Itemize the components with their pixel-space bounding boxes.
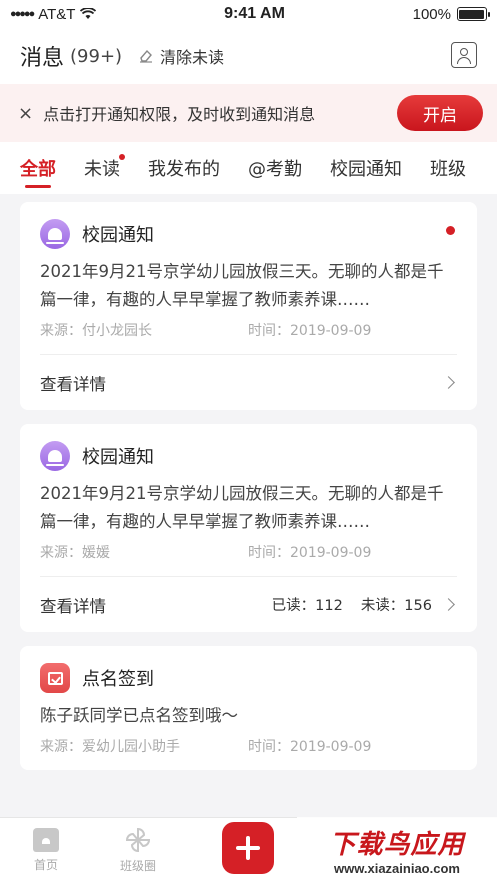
tab-label: 班级 [430, 159, 466, 180]
unread-indicator-dot [119, 154, 125, 160]
tab-label: @考勤 [248, 159, 302, 180]
card-body: 2021年9月21号京学幼儿园放假三天。无聊的人都是千篇一律，有趣的人早早掌握了… [40, 484, 444, 531]
card-header: 校园通知 [20, 202, 477, 250]
message-card[interactable]: 校园通知 2021年9月21号京学幼儿园放假三天。无聊的人都是千篇一律，有趣的人… [20, 202, 477, 410]
chevron-right-icon [442, 598, 455, 611]
tabbar-add [184, 818, 312, 883]
card-source: 来源：爱幼儿园小助手 [40, 739, 180, 755]
bell-icon [40, 219, 70, 249]
tab-campus-notice[interactable]: 校园通知 [330, 142, 402, 194]
page-header: 消息 (99+) 清除未读 [0, 28, 497, 84]
status-right: 100% [412, 5, 490, 23]
view-details-row[interactable]: 查看详情 [40, 354, 457, 410]
message-card[interactable]: 点名签到 陈子跃同学已点名签到哦～ 来源：爱幼儿园小助手 时间：2019-09-… [20, 646, 477, 770]
card-time: 时间：2019-09-09 [248, 323, 372, 339]
tab-label: 未读 [84, 159, 120, 180]
tabbar-home[interactable]: 首页 [0, 818, 92, 883]
card-header: 点名签到 [20, 646, 477, 694]
status-bar: ●●●●● AT&T 9:41 AM 100% [0, 0, 497, 28]
filter-tabs: 全部 未读 我发布的 @考勤 校园通知 班级 [0, 142, 497, 194]
read-count: 已读：112 [271, 598, 343, 614]
unread-count: 未读：156 [360, 598, 432, 614]
notification-permission-bar: × 点击打开通知权限，及时收到通知消息 开启 [0, 84, 497, 142]
tab-my-posts[interactable]: 我发布的 [148, 142, 220, 194]
card-time: 时间：2019-09-09 [248, 545, 372, 561]
tab-label: 全部 [20, 159, 56, 180]
card-meta: 来源：媛媛 时间：2019-09-09 [20, 536, 477, 576]
watermark-title: 下载鸟应用 [329, 830, 465, 860]
message-card[interactable]: 校园通知 2021年9月21号京学幼儿园放假三天。无聊的人都是千篇一律，有趣的人… [20, 424, 477, 632]
pinwheel-icon [125, 827, 151, 853]
page-title: 消息 [20, 46, 65, 71]
card-source: 来源：付小龙园长 [40, 323, 152, 339]
card-time: 时间：2019-09-09 [248, 739, 372, 755]
clear-unread-label: 清除未读 [160, 48, 225, 67]
signal-icon: ●●●●● [10, 8, 35, 20]
tabbar-class-circle[interactable]: 班级圈 [92, 818, 184, 883]
add-button[interactable] [222, 821, 274, 874]
watermark-logo: 下载鸟应用 www.xiazainiao.com [297, 817, 497, 883]
tab-label: 我发布的 [148, 159, 220, 180]
message-list: 校园通知 2021年9月21号京学幼儿园放假三天。无聊的人都是千篇一律，有趣的人… [0, 194, 497, 770]
card-header: 校园通知 [20, 424, 477, 472]
view-details-row[interactable]: 查看详情 已读：112 未读：156 [40, 576, 457, 632]
carrier-label: AT&T [38, 5, 76, 23]
calendar-check-icon [40, 663, 70, 693]
read-stats: 已读：112 未读：156 [272, 594, 432, 615]
tab-unread[interactable]: 未读 [84, 142, 125, 194]
wifi-icon [80, 8, 97, 19]
home-icon [33, 828, 59, 852]
card-source: 来源：媛媛 [40, 545, 110, 561]
tab-class[interactable]: 班级 [430, 142, 466, 194]
eraser-icon [140, 49, 153, 63]
bell-icon [40, 441, 70, 471]
contacts-icon[interactable] [451, 42, 477, 68]
status-time: 9:41 AM [224, 5, 285, 22]
battery-percent: 100% [412, 5, 451, 23]
battery-icon [456, 7, 490, 21]
watermark-url: www.xiazainiao.com [334, 861, 460, 876]
view-details-label: 查看详情 [40, 596, 106, 616]
tab-attendance[interactable]: @考勤 [248, 142, 302, 194]
notice-text: 点击打开通知权限，及时收到通知消息 [43, 105, 316, 124]
unread-dot [446, 226, 455, 235]
card-body: 2021年9月21号京学幼儿园放假三天。无聊的人都是千篇一律，有趣的人早早掌握了… [40, 262, 444, 309]
card-title: 点名签到 [82, 669, 154, 690]
close-icon[interactable]: × [18, 103, 33, 124]
tab-label: 校园通知 [330, 159, 402, 180]
tabbar-home-label: 首页 [33, 858, 58, 872]
view-details-label: 查看详情 [40, 374, 106, 394]
card-title: 校园通知 [82, 225, 154, 246]
card-body: 陈子跃同学已点名签到哦～ [40, 706, 238, 725]
status-left: ●●●●● AT&T [10, 5, 97, 23]
card-meta: 来源：付小龙园长 时间：2019-09-09 [20, 314, 477, 354]
clear-unread-button[interactable]: 清除未读 [138, 44, 224, 68]
message-count: (99+) [70, 45, 123, 67]
tab-all[interactable]: 全部 [20, 142, 56, 194]
plus-icon-vertical [246, 835, 250, 860]
card-meta: 来源：爱幼儿园小助手 时间：2019-09-09 [20, 730, 477, 770]
chevron-right-icon [442, 376, 455, 389]
enable-notifications-button[interactable]: 开启 [397, 95, 483, 131]
bottom-tab-bar: 首页 班级圈 下载鸟应用 www.xiazainiao.com [0, 817, 497, 883]
tabbar-class-label: 班级圈 [119, 859, 156, 873]
card-title: 校园通知 [82, 447, 154, 468]
